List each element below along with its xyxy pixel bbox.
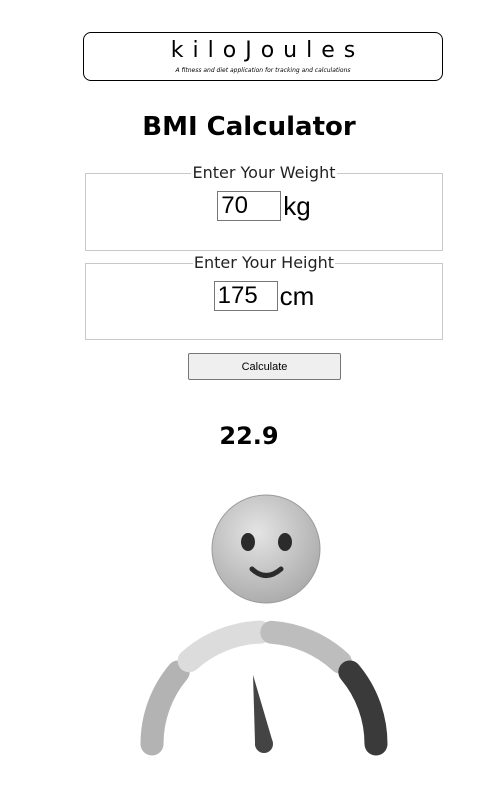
bmi-gauge [140,494,388,756]
brand-name: kiloJoules [170,38,365,63]
page-title: BMI Calculator [142,112,356,142]
brand-header: kiloJoules A fitness and diet applicatio… [83,32,443,81]
smiley-face-icon [211,494,321,604]
calculate-button[interactable]: Calculate [188,353,341,380]
height-fieldset: Enter Your Height cm [85,254,443,340]
weight-row: kg [86,191,442,221]
gauge-segment-underweight [140,660,190,756]
height-legend: Enter Your Height [193,253,335,272]
gauge-segment-overweight [260,620,352,674]
gauge-segment-normal [177,620,272,673]
weight-legend: Enter Your Weight [192,163,336,182]
gauge-segment-obese [338,660,388,756]
brand-tagline: A fitness and diet application for track… [175,67,351,74]
gauge-needle-hub [255,735,273,753]
height-unit: cm [279,281,315,311]
weight-fieldset: Enter Your Weight kg [85,164,443,251]
weight-unit: kg [283,191,311,221]
height-input[interactable] [213,281,278,311]
weight-input[interactable] [217,191,282,221]
height-row: cm [86,281,442,311]
bmi-result: 22.9 [219,422,279,450]
gauge-needle [253,674,273,746]
